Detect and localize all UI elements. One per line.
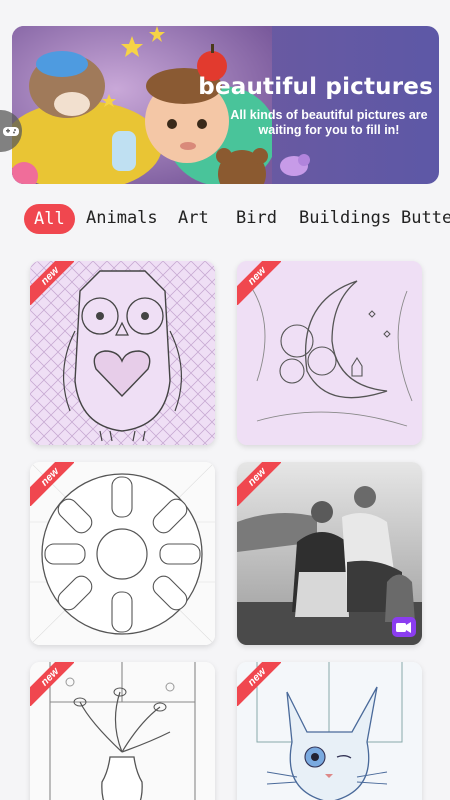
picture-card-cat[interactable]: new [237, 662, 422, 800]
category-tabs: All Animals Art Bird Buildings Butter [0, 202, 450, 236]
game-controller-icon [3, 127, 19, 136]
video-camera-icon [392, 617, 416, 637]
tab-bird[interactable]: Bird [236, 202, 277, 234]
tab-butterfly[interactable]: Butter [401, 202, 450, 234]
tab-buildings[interactable]: Buildings [299, 202, 391, 234]
tab-all[interactable]: All [24, 204, 75, 234]
banner-subtitle: All kinds of beautiful pictures are wait… [230, 108, 428, 137]
new-badge: new [237, 662, 281, 706]
picture-card-moon[interactable]: new [237, 261, 422, 445]
tab-art[interactable]: Art [178, 202, 209, 234]
banner-title: beautiful pictures [198, 74, 433, 100]
new-badge: new [30, 462, 74, 506]
tab-animals[interactable]: Animals [86, 202, 158, 234]
new-badge: new [237, 261, 281, 305]
banner-illustration [12, 26, 272, 184]
bird-toy-icon [280, 154, 310, 176]
picture-card-women[interactable]: new [237, 462, 422, 645]
picture-card-owl[interactable]: new [30, 261, 215, 445]
picture-card-vase[interactable]: new [30, 662, 215, 800]
new-badge: new [30, 662, 74, 706]
promo-banner[interactable]: beautiful pictures All kinds of beautifu… [12, 26, 439, 184]
new-badge: new [30, 261, 74, 305]
picture-card-icecream[interactable]: new [30, 462, 215, 645]
new-badge: new [237, 462, 281, 506]
